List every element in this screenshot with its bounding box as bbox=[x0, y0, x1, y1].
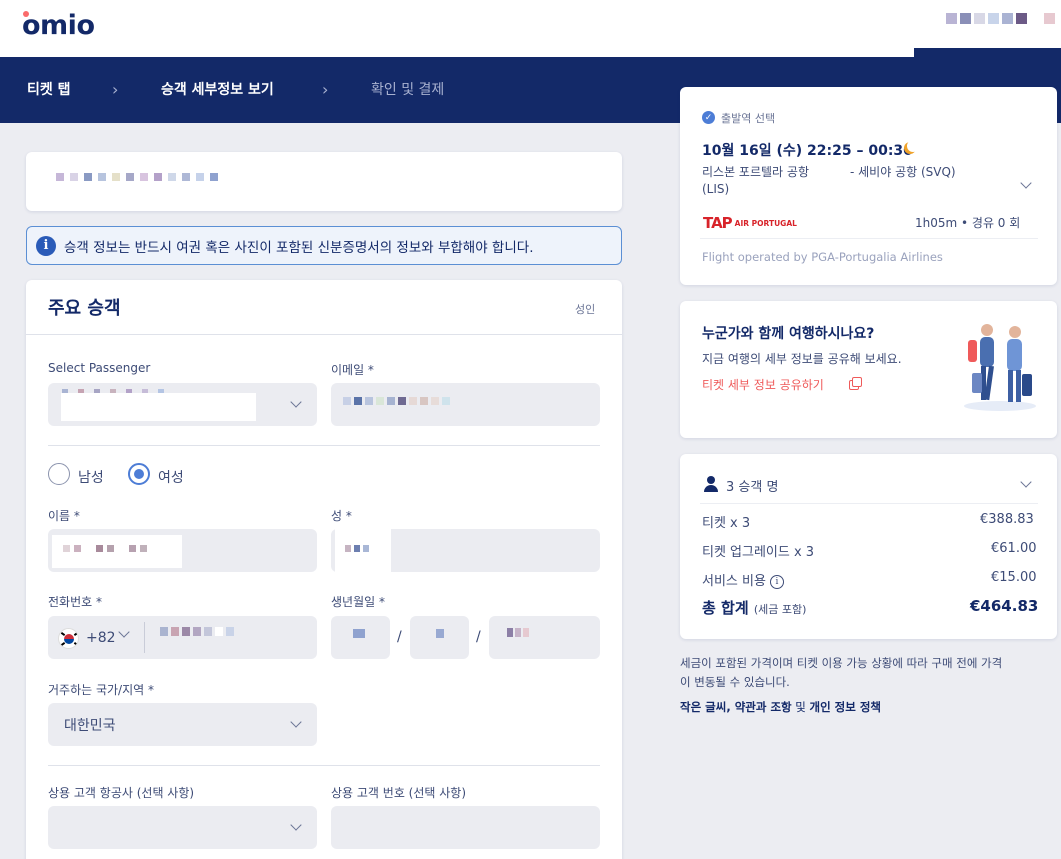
moon-icon bbox=[904, 140, 919, 154]
email-label: 이메일 * bbox=[331, 363, 374, 377]
account-avatar-blurred[interactable] bbox=[946, 13, 1055, 24]
phone-label: 전화번호 * bbox=[48, 595, 102, 609]
country-label: 거주하는 국가/지역 * bbox=[48, 683, 154, 697]
chevron-right-icon: › bbox=[112, 80, 119, 99]
birth-date-label: 생년월일 * bbox=[331, 595, 385, 609]
divider bbox=[26, 334, 622, 335]
first-name-field[interactable] bbox=[48, 529, 317, 572]
price-disclaimer-line1: 세금이 포함된 가격이며 티켓 이용 가능 상황에 따라 구매 전에 가격 bbox=[680, 656, 1003, 670]
total-label: 총 합계 (세금 포함) bbox=[702, 597, 806, 618]
blurred-email bbox=[343, 397, 450, 405]
date-separator: / bbox=[476, 629, 481, 645]
chevron-down-icon bbox=[290, 716, 302, 728]
logo-text: omio bbox=[22, 10, 95, 41]
breadcrumb-step-passenger: 승객 세부정보 보기 bbox=[161, 82, 274, 98]
trip-date-time: 10월 16일 (수) 22:25 – 00:30 bbox=[702, 143, 913, 159]
country-code[interactable]: +82 bbox=[86, 630, 116, 646]
price-disclaimer-line2: 이 변동될 수 있습니다. bbox=[680, 675, 790, 689]
gender-female-label: 여성 bbox=[158, 470, 184, 486]
divider bbox=[48, 445, 600, 446]
trip-duration: 1h05m • 경유 0 회 bbox=[915, 216, 1021, 230]
travellers-illustration bbox=[960, 324, 1040, 414]
korea-flag-icon[interactable] bbox=[58, 628, 79, 649]
passenger-name-mask bbox=[61, 393, 256, 421]
country-value: 대한민국 bbox=[64, 718, 116, 734]
breadcrumb-step-tickets[interactable]: 티켓 탭 bbox=[27, 79, 71, 99]
divider bbox=[48, 765, 600, 766]
gender-female-radio[interactable] bbox=[128, 463, 150, 485]
adult-tag: 성인 bbox=[575, 303, 596, 316]
select-passenger-dropdown[interactable] bbox=[48, 383, 317, 426]
total-label-text: 총 합계 bbox=[702, 599, 749, 617]
breadcrumb-step-payment: 확인 및 결제 bbox=[371, 82, 445, 98]
last-name-field[interactable] bbox=[331, 529, 600, 572]
select-passenger-label: Select Passenger bbox=[48, 361, 151, 375]
price-row-label: 티켓 업그레이드 x 3 bbox=[702, 545, 815, 560]
tap-air-portugal-logo: TAP AIR PORTUGAL bbox=[703, 214, 797, 232]
privacy-policy-link[interactable]: 개인 정보 정책 bbox=[810, 700, 882, 714]
gender-male-radio[interactable] bbox=[48, 463, 70, 485]
share-subtitle: 지금 여행의 세부 정보를 공유해 보세요. bbox=[702, 352, 902, 366]
operated-by: Flight operated by PGA-Portugalia Airlin… bbox=[702, 250, 943, 264]
blurred-last-name bbox=[345, 545, 369, 552]
email-field[interactable] bbox=[331, 383, 600, 426]
price-row-value: €15.00 bbox=[991, 570, 1037, 585]
chevron-down-icon bbox=[290, 396, 302, 408]
divider bbox=[700, 503, 1038, 504]
price-row-label: 서비스 비용 i bbox=[702, 570, 784, 589]
price-row-value: €61.00 bbox=[991, 541, 1037, 556]
total-value: €464.83 bbox=[970, 597, 1039, 615]
passport-info-banner: i 승객 정보는 반드시 여권 혹은 사진이 포함된 신분증명서의 정보와 부합… bbox=[26, 226, 622, 265]
date-separator: / bbox=[397, 629, 402, 645]
info-icon: i bbox=[36, 235, 56, 256]
ff-number-field[interactable] bbox=[331, 806, 600, 849]
blurred-first-name bbox=[63, 545, 147, 552]
origin-code: (LIS) bbox=[702, 182, 730, 196]
price-row-value: €388.83 bbox=[980, 512, 1034, 527]
destination-airport: - 세비야 공항 (SVQ) bbox=[850, 165, 956, 179]
phone-divider bbox=[144, 622, 145, 653]
info-banner-text: 승객 정보는 반드시 여권 혹은 사진이 포함된 신분증명서의 정보와 부합해야… bbox=[64, 239, 534, 256]
check-circle-icon: ✓ bbox=[702, 111, 715, 124]
price-row-label: 티켓 x 3 bbox=[702, 516, 751, 531]
share-trip-link[interactable]: 티켓 세부 정보 공유하기 bbox=[702, 376, 824, 393]
birth-day-field[interactable] bbox=[331, 616, 390, 659]
chevron-right-icon: › bbox=[322, 80, 329, 99]
blurred-account-name bbox=[56, 173, 218, 181]
share-title: 누군가와 함께 여행하시나요? bbox=[702, 326, 875, 342]
copy-icon[interactable] bbox=[849, 377, 862, 390]
trip-badge: 출발역 선택 bbox=[721, 112, 776, 125]
logo-dot bbox=[23, 11, 29, 17]
ff-airline-label: 상용 고객 항공사 (선택 사항) bbox=[48, 786, 195, 800]
passenger-count: 3 승객 명 bbox=[726, 480, 779, 495]
origin-airport: 리스본 포르텔라 공항 bbox=[702, 165, 809, 179]
last-name-label: 성 * bbox=[331, 509, 352, 523]
gender-male-label: 남성 bbox=[78, 470, 104, 486]
divider bbox=[700, 238, 1038, 239]
chevron-down-icon bbox=[290, 819, 302, 831]
ff-airline-select[interactable] bbox=[48, 806, 317, 849]
passenger-icon bbox=[704, 476, 718, 492]
info-icon[interactable]: i bbox=[769, 574, 784, 589]
policy-and: 및 bbox=[791, 700, 810, 714]
blurred-phone-number bbox=[160, 627, 234, 636]
total-note: (세금 포함) bbox=[753, 603, 807, 616]
policy-links: 작은 글씨, 약관과 조항 및 개인 정보 정책 bbox=[680, 699, 881, 715]
birth-year-field[interactable] bbox=[489, 616, 600, 659]
ff-number-label: 상용 고객 번호 (선택 사항) bbox=[331, 786, 467, 800]
section-title: 주요 승객 bbox=[48, 298, 121, 319]
account-summary-card bbox=[26, 152, 622, 211]
omio-logo[interactable]: omio bbox=[22, 10, 95, 41]
service-fee-label: 서비스 비용 bbox=[702, 574, 766, 589]
terms-link[interactable]: 작은 글씨, 약관과 조항 bbox=[680, 700, 792, 714]
top-bar: omio bbox=[0, 0, 1061, 57]
country-select[interactable]: 대한민국 bbox=[48, 703, 317, 746]
birth-month-field[interactable] bbox=[410, 616, 469, 659]
first-name-label: 이름 * bbox=[48, 509, 80, 523]
